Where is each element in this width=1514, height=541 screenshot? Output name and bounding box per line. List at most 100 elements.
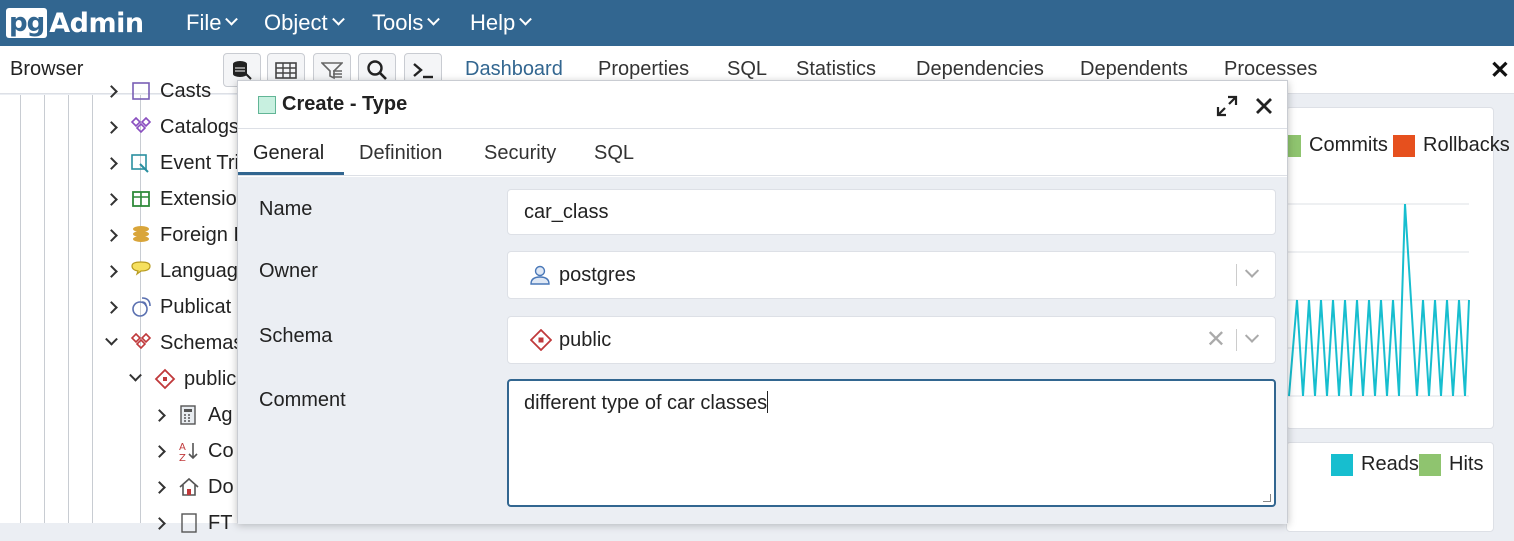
legend-label: Hits [1449,453,1484,475]
legend-label: Reads [1361,453,1419,475]
tab-general[interactable]: General [253,142,324,165]
schema-select-controls: ✕ [1206,317,1275,363]
dialog-tabs: General Definition Security SQL [238,130,1287,176]
tab-definition[interactable]: Definition [359,142,442,165]
chevron-right-icon [105,300,118,314]
comment-label: Comment [259,389,346,411]
tree-item-label: Casts [160,79,212,102]
transactions-line-chart [1287,203,1470,397]
schema-label: Schema [259,325,333,347]
close-icon[interactable] [1254,96,1274,116]
tree-item-schemas[interactable]: Schemas [105,325,243,361]
tree-item-domains[interactable]: Do [153,469,234,505]
menu-tools[interactable]: Tools [372,0,441,46]
svg-text:A: A [179,442,186,453]
tree-item-catalogs[interactable]: Catalogs [105,109,239,145]
event-trigger-icon [130,152,152,174]
casts-icon [130,80,152,102]
browser-title: Browser [10,58,84,80]
legend-hits: Hits [1419,453,1483,476]
tree-item-fts[interactable]: FT [153,505,232,541]
tab-security[interactable]: Security [484,142,556,165]
name-field[interactable]: car_class [507,189,1276,235]
chevron-down-icon [105,332,118,346]
logo-pg: pg [6,8,48,38]
tree-item-label: Catalogs [160,115,239,138]
active-tab-indicator [238,172,344,175]
tree-item-casts[interactable]: Casts [105,73,212,109]
menubar: pg Admin File Object Tools Help [0,0,1514,46]
legend-reads: Reads [1331,453,1419,476]
tab-dependents[interactable]: Dependents [1080,58,1188,81]
schema-select[interactable]: public ✕ [507,316,1276,364]
chevron-right-icon [153,480,166,494]
owner-select[interactable]: postgres [507,251,1276,299]
clear-icon[interactable]: ✕ [1206,328,1226,352]
tab-sql[interactable]: SQL [594,142,634,165]
tree-item-label: public [184,367,237,390]
close-panel-icon[interactable]: ✕ [1490,56,1510,85]
resize-handle[interactable] [1263,494,1271,502]
comment-value: different type of car classes [524,392,768,414]
tree-guide-line [68,95,69,523]
dashboard-area: Commits Rollbacks Reads Hits [1279,95,1514,532]
chevron-right-icon [153,408,166,422]
chevron-down-icon [331,12,345,26]
query-tool-icon [233,61,252,80]
tab-processes[interactable]: Processes [1224,58,1317,81]
chevron-right-icon [153,444,166,458]
tab-statistics[interactable]: Statistics [796,58,876,81]
chevron-right-icon [105,156,118,170]
dialog-title: Create - Type [282,93,408,115]
catalogs-icon [130,116,152,138]
tree-item-label: Languag [160,259,238,282]
schema-icon [530,329,552,351]
menu-help[interactable]: Help [470,0,533,46]
tree-item-aggregates[interactable]: Ag [153,397,232,433]
maximize-icon[interactable] [1216,95,1238,117]
tree-item-event-triggers[interactable]: Event Tri [105,145,239,181]
tree-guide-line [44,95,45,523]
owner-value: postgres [559,263,636,286]
separator [1236,329,1237,351]
tab-sql[interactable]: SQL [727,58,767,81]
menu-object-label: Object [264,10,328,35]
tuples-chart-card: Reads Hits [1286,442,1494,532]
tree-item-collations[interactable]: AZ Co [153,433,234,469]
schemas-icon [130,332,152,354]
tree-item-languages[interactable]: Languag [105,253,238,289]
search-icon [367,60,387,80]
menu-file[interactable]: File [186,0,239,46]
chevron-down-icon[interactable] [1244,263,1260,278]
domain-icon [178,476,200,498]
table-view-icon [275,62,297,79]
tree-guide-line [92,95,93,523]
tree-guide-line [20,95,21,523]
fts-icon [178,512,200,534]
tree-item-publications[interactable]: Publicat [105,289,232,325]
chevron-right-icon [105,228,118,242]
name-value: car_class [524,200,609,223]
tree-item-extensions[interactable]: Extensio [105,181,237,217]
tree-item-label: Publicat [160,295,232,318]
tree-item-foreign-data-wrappers[interactable]: Foreign I [105,217,239,253]
tab-dashboard[interactable]: Dashboard [465,58,563,81]
tree-item-public[interactable]: public [129,361,237,397]
extension-icon [130,188,152,210]
menu-object[interactable]: Object [264,0,345,46]
chevron-down-icon [225,12,239,26]
tab-dependencies[interactable]: Dependencies [916,58,1044,81]
logo-admin: Admin [49,7,144,39]
comment-textarea[interactable]: different type of car classes [507,379,1276,507]
dialog-header[interactable]: Create - Type [238,81,1287,129]
dialog-body: Name car_class Owner postgres Schema pub… [238,177,1287,524]
publication-icon [130,296,152,318]
transactions-chart-card: Commits Rollbacks [1279,107,1510,429]
chevron-right-icon [153,516,166,530]
tree-item-label: Event Tri [160,151,239,174]
chevron-down-icon[interactable] [1244,328,1260,343]
legend-label: Rollbacks [1423,134,1510,156]
menu-file-label: File [186,10,222,35]
tab-properties[interactable]: Properties [598,58,689,81]
owner-label: Owner [259,260,318,282]
